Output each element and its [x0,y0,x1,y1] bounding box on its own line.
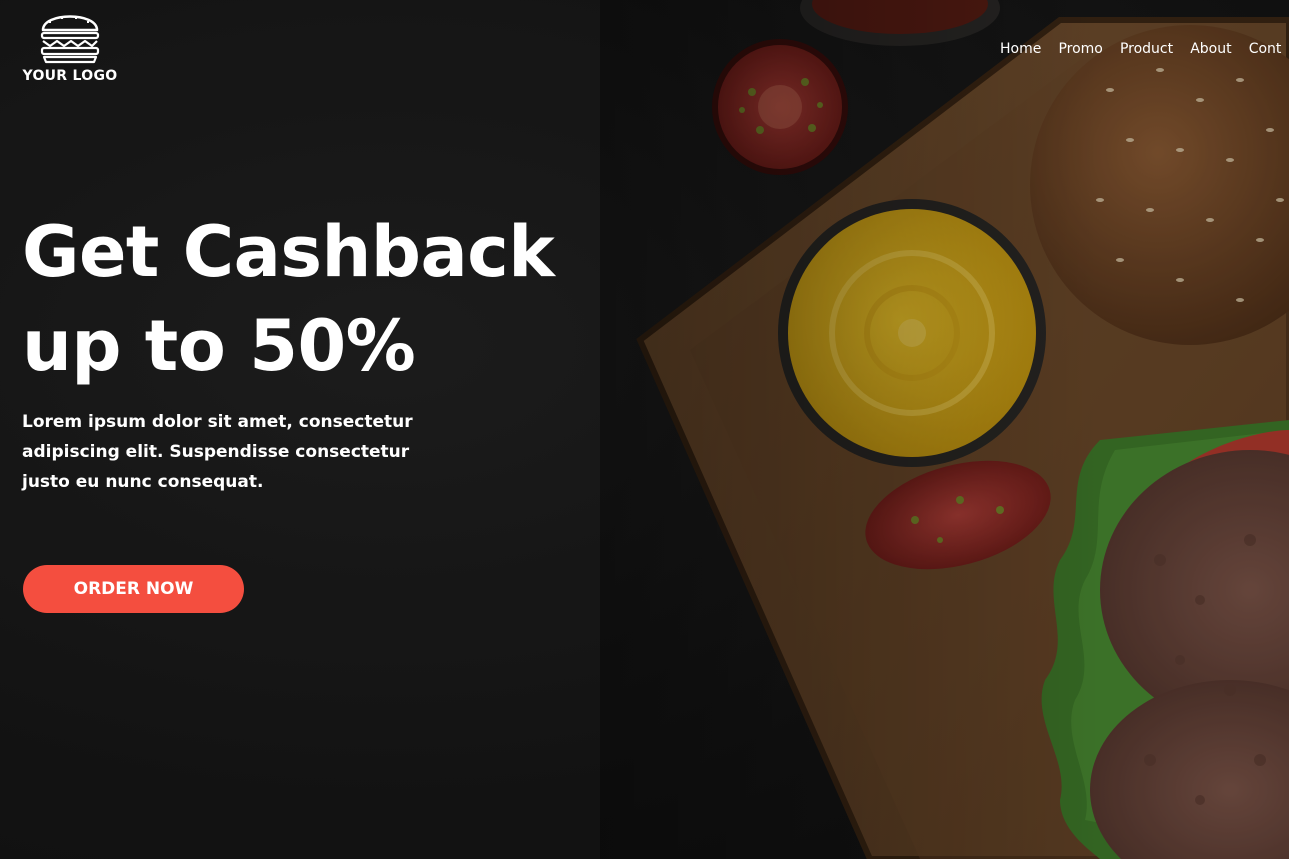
hero-title-line-2: up to 50% [22,305,416,387]
hero-title: Get Cashback up to 50% [22,205,582,393]
main-nav: Home Promo Product About Cont [1000,38,1289,57]
hero-title-line-1: Get Cashback [22,211,555,293]
nav-item-home[interactable]: Home [1000,41,1041,57]
nav-item-about[interactable]: About [1190,41,1231,57]
hero-description: Lorem ipsum dolor sit amet, consectetur … [22,412,413,492]
hero-section: Get Cashback up to 50% Lorem ipsum dolor… [22,205,582,497]
nav-item-contact[interactable]: Cont [1249,41,1282,57]
burger-icon [40,15,100,64]
landing-page: YOUR LOGO Home Promo Product About Cont … [0,0,1289,859]
logo-text: YOUR LOGO [22,68,118,84]
nav-item-promo[interactable]: Promo [1058,41,1102,57]
order-now-button[interactable]: ORDER NOW [23,565,244,613]
logo[interactable]: YOUR LOGO [22,6,118,84]
nav-item-product[interactable]: Product [1120,41,1173,57]
